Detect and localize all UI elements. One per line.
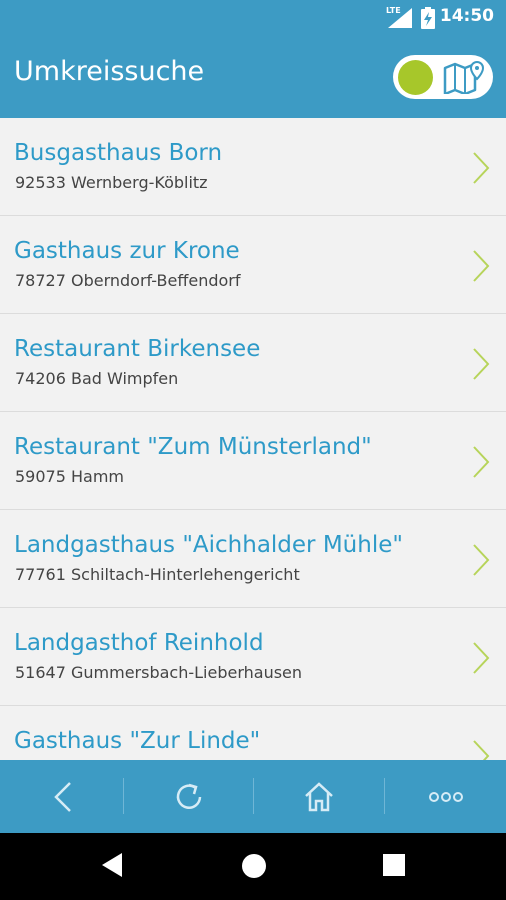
chevron-right-icon xyxy=(473,250,490,282)
nav-recents-icon[interactable] xyxy=(382,853,406,877)
toggle-knob xyxy=(398,60,433,95)
list-item[interactable]: Gasthaus "Zur Linde" xyxy=(0,706,506,760)
signal-icon xyxy=(388,8,412,28)
restaurant-name: Busgasthaus Born xyxy=(14,140,223,166)
chevron-right-icon xyxy=(473,544,490,576)
divider xyxy=(123,778,124,814)
list-map-toggle[interactable] xyxy=(393,55,493,99)
restaurant-address: 59075 Hamm xyxy=(15,467,124,486)
restaurant-name: Gasthaus "Zur Linde" xyxy=(14,728,261,754)
list-item[interactable]: Restaurant "Zum Münsterland" 59075 Hamm xyxy=(0,412,506,510)
chevron-right-icon xyxy=(473,446,490,478)
restaurant-name: Landgasthaus "Aichhalder Mühle" xyxy=(14,532,403,558)
restaurant-address: 92533 Wernberg-Köblitz xyxy=(15,173,208,192)
chevron-right-icon xyxy=(473,642,490,674)
refresh-icon xyxy=(176,783,202,809)
restaurant-address: 78727 Oberndorf-Beffendorf xyxy=(15,271,241,290)
divider xyxy=(253,778,254,814)
chevron-right-icon xyxy=(473,740,490,760)
list-item[interactable]: Landgasthaus "Aichhalder Mühle" 77761 Sc… xyxy=(0,510,506,608)
restaurant-name: Restaurant "Zum Münsterland" xyxy=(14,434,372,460)
chevron-right-icon xyxy=(473,152,490,184)
home-button[interactable] xyxy=(256,760,382,833)
more-icon xyxy=(429,791,463,802)
restaurant-name: Gasthaus zur Krone xyxy=(14,238,240,264)
home-icon xyxy=(305,781,333,811)
bottom-toolbar xyxy=(0,760,506,833)
nav-home-icon[interactable] xyxy=(240,852,268,880)
app-bar: Umkreissuche xyxy=(0,34,506,118)
divider xyxy=(384,778,385,814)
back-icon xyxy=(54,781,71,812)
result-list: Busgasthaus Born 92533 Wernberg-Köblitz … xyxy=(0,118,506,760)
more-button[interactable] xyxy=(386,760,506,833)
clock: 14:50 xyxy=(439,6,494,26)
page-title: Umkreissuche xyxy=(14,56,205,87)
restaurant-name: Landgasthof Reinhold xyxy=(14,630,264,656)
refresh-button[interactable] xyxy=(126,760,252,833)
map-icon xyxy=(443,60,485,94)
status-bar: LTE 14:50 xyxy=(0,0,506,34)
nav-back-icon[interactable] xyxy=(100,851,124,879)
back-button[interactable] xyxy=(0,760,126,833)
list-item[interactable]: Gasthaus zur Krone 78727 Oberndorf-Beffe… xyxy=(0,216,506,314)
battery-charging-icon xyxy=(421,7,435,29)
restaurant-address: 77761 Schiltach-Hinterlehengericht xyxy=(15,565,300,584)
list-item[interactable]: Restaurant Birkensee 74206 Bad Wimpfen xyxy=(0,314,506,412)
chevron-right-icon xyxy=(473,348,490,380)
list-item[interactable]: Landgasthof Reinhold 51647 Gummersbach-L… xyxy=(0,608,506,706)
list-item[interactable]: Busgasthaus Born 92533 Wernberg-Köblitz xyxy=(0,118,506,216)
restaurant-name: Restaurant Birkensee xyxy=(14,336,261,362)
restaurant-address: 74206 Bad Wimpfen xyxy=(15,369,179,388)
system-nav-bar xyxy=(0,833,506,900)
restaurant-address: 51647 Gummersbach-Lieberhausen xyxy=(15,663,303,682)
